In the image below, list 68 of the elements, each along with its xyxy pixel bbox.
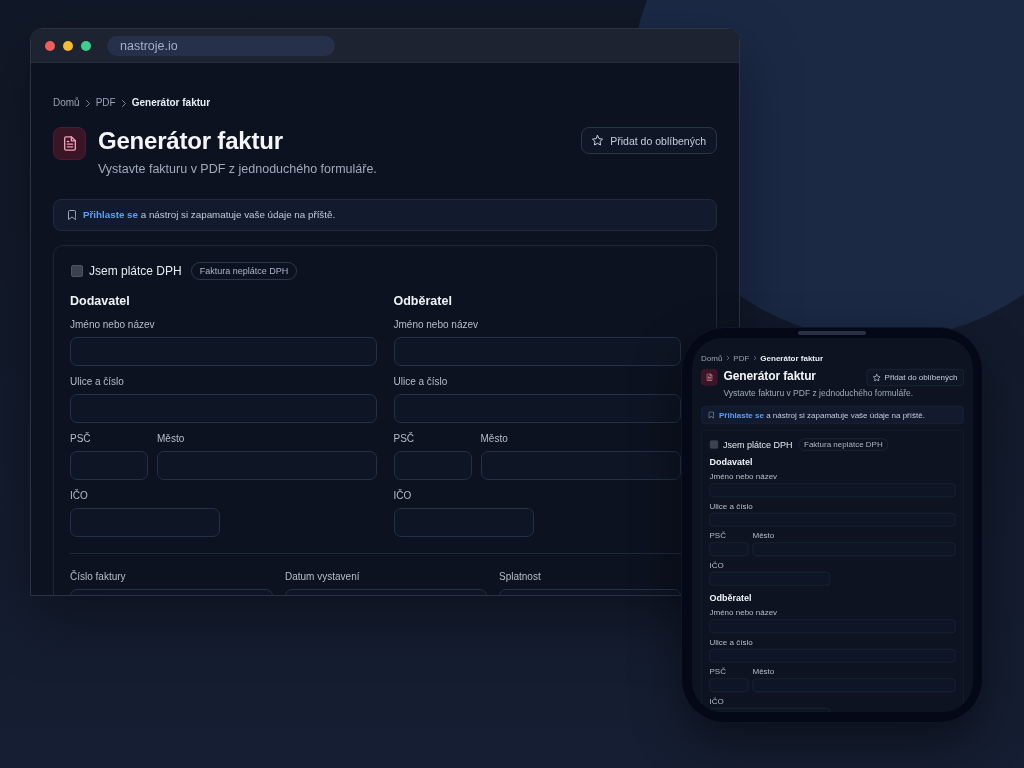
field-label: Ulice a číslo	[709, 501, 754, 511]
login-link[interactable]: Přihlaste se	[719, 410, 764, 419]
star-icon	[592, 135, 604, 146]
field-label: Město	[157, 432, 186, 446]
field-label: IČO	[709, 696, 725, 706]
field-label: Město	[752, 666, 776, 677]
field-label: Ulice a číslo	[709, 637, 754, 647]
text-field[interactable]	[70, 394, 377, 423]
field-label: Město	[752, 530, 776, 541]
checkbox-label[interactable]: Jsem plátce DPH	[89, 263, 182, 279]
field-label: Ulice a číslo	[70, 375, 125, 389]
field-label: PSČ	[393, 432, 416, 446]
checkbox-label[interactable]: Jsem plátce DPH	[723, 439, 793, 450]
field-label: PSČ	[709, 530, 727, 541]
field-label: Datum vystavení	[285, 570, 361, 584]
field-label: Jméno nebo název	[393, 318, 479, 332]
chevron-right-icon	[85, 99, 90, 107]
login-notice: Přihlaste se a nástroj si zapamatuje vaše údaje na příště.	[83, 208, 336, 222]
document-icon	[701, 369, 718, 386]
address-bar[interactable]: nastroje.io	[107, 35, 335, 56]
add-to-favorites-button[interactable]: Přidat do oblíbených	[866, 369, 964, 386]
document-icon	[53, 127, 86, 160]
field-label: Číslo faktury	[70, 570, 127, 584]
window-maximize-button[interactable]	[81, 40, 91, 51]
text-field[interactable]	[480, 451, 681, 480]
phone-speaker	[798, 331, 866, 335]
field-label: Jméno nebo název	[709, 471, 779, 482]
field-label: IČO	[393, 489, 413, 503]
breadcrumb-current: Generátor faktur	[760, 353, 824, 363]
breadcrumb-current: Generátor faktur	[131, 96, 211, 110]
login-notice: Přihlaste se a nástroj si zapamatuje vaše údaje na příště.	[719, 410, 925, 420]
add-to-favorites-button[interactable]: Přidat do oblíbených	[581, 127, 717, 154]
field-label: Jméno nebo název	[70, 318, 156, 332]
text-field[interactable]	[393, 451, 472, 480]
breadcrumb-link[interactable]: Domů	[53, 96, 80, 110]
page-title: Generátor faktur	[98, 126, 284, 156]
field-label: Město	[480, 432, 509, 446]
checkbox[interactable]	[71, 265, 83, 277]
field-label: IČO	[709, 560, 725, 570]
section-heading: Dodavatel	[709, 456, 754, 468]
page-subtitle: Vystavte fakturu v PDF z jednoduchého formuláře.	[98, 161, 377, 177]
field-label: Jméno nebo název	[709, 607, 779, 618]
text-field[interactable]	[70, 451, 148, 480]
breadcrumb-link[interactable]: Domů	[701, 353, 723, 363]
chevron-right-icon	[121, 99, 126, 107]
field-label: PSČ	[709, 666, 727, 677]
text-field[interactable]	[70, 508, 221, 537]
section-heading: Odběratel	[709, 592, 753, 604]
field-label: Ulice a číslo	[393, 375, 449, 389]
field-label: PSČ	[70, 432, 92, 446]
page-title: Generátor faktur	[723, 368, 817, 384]
bookmark-icon	[68, 210, 76, 220]
text-field[interactable]	[393, 337, 681, 366]
text-field[interactable]	[157, 451, 377, 480]
breadcrumb-link[interactable]: PDF	[733, 353, 750, 363]
field-label: IČO	[70, 489, 89, 503]
text-field[interactable]	[393, 508, 535, 537]
window-minimize-button[interactable]	[63, 40, 73, 51]
breadcrumb-link[interactable]: PDF	[95, 96, 116, 110]
text-field[interactable]	[70, 337, 377, 366]
text-field[interactable]	[393, 394, 681, 423]
window-close-button[interactable]	[45, 40, 55, 51]
section-heading: Dodavatel	[70, 293, 131, 309]
login-link[interactable]: Přihlaste se	[83, 209, 138, 220]
checkbox[interactable]	[710, 440, 718, 449]
field-label: Splatnost	[499, 570, 542, 584]
section-heading: Odběratel	[393, 293, 453, 309]
page-subtitle: Vystavte fakturu v PDF z jednoduchého formuláře.	[723, 388, 914, 398]
